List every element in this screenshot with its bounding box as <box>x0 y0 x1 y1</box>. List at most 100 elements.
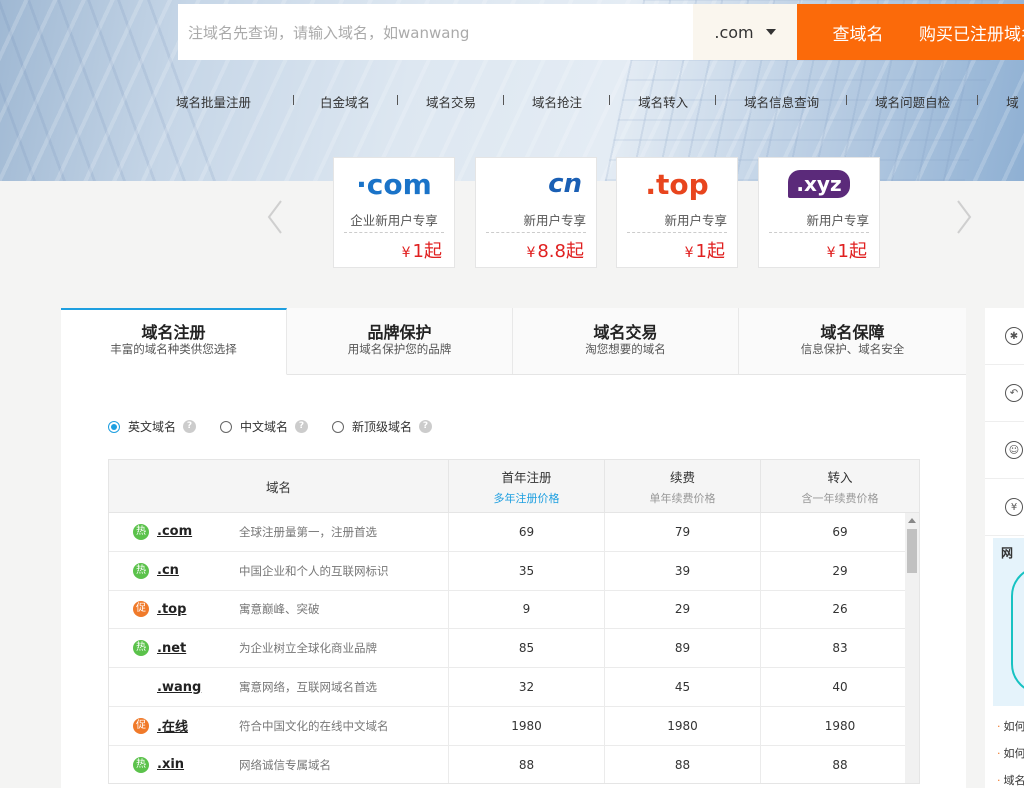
domain-suffix-link[interactable]: .cn <box>157 563 227 578</box>
help-icon[interactable]: ? <box>419 420 433 433</box>
domain-cell: 热 .net 为企业树立全球化商业品牌 <box>109 629 449 668</box>
promo-desc: 新用户专享 <box>664 213 727 228</box>
domain-cell: 热 .xin 网络诚信专属域名 <box>109 745 449 783</box>
quicknav-trade[interactable]: 域名交易 <box>426 92 476 110</box>
radio-checked-icon <box>108 420 120 433</box>
tab-brand-protection[interactable]: 品牌保护 用域名保护您的品牌 <box>287 308 513 374</box>
sidebar-button[interactable]: ☺ <box>985 422 1024 479</box>
domain-suffix-link[interactable]: .com <box>157 524 227 539</box>
domain-cell: 热 .com 全球注册量第一，注册首选 <box>109 513 449 551</box>
tld-dropdown[interactable]: .com <box>693 4 797 60</box>
nav-divider <box>609 95 611 105</box>
hot-badge-icon: 热 <box>133 756 149 773</box>
tab-domain-register[interactable]: 域名注册 丰富的域名种类供您选择 <box>61 308 287 375</box>
chevron-right-icon[interactable] <box>956 200 972 234</box>
domain-cell: 促 .top 寓意巅峰、突破 <box>109 590 449 629</box>
header-domain: 域名 <box>109 460 449 512</box>
first-year-price: 9 <box>449 590 605 629</box>
quicknav-more[interactable]: 域 <box>1006 92 1019 110</box>
search-domain-button[interactable]: 查域名 <box>797 4 919 60</box>
domain-suffix-link[interactable]: .top <box>157 602 227 617</box>
quicknav-whois[interactable]: 域名信息查询 <box>744 92 819 110</box>
first-year-price: 69 <box>449 513 605 551</box>
domain-type-radios: 英文域名 ? 中文域名 ? 新顶级域名 ? <box>108 418 456 435</box>
sidebar-link[interactable]: · 域名 <box>997 772 1024 788</box>
table-row: 促 .top 寓意巅峰、突破 9 29 26 <box>109 590 919 630</box>
first-year-price: 32 <box>449 668 605 706</box>
first-year-price: 35 <box>449 551 605 590</box>
sidebar-link[interactable]: · 如何 <box>997 718 1024 745</box>
domain-desc: 中国企业和个人的互联网标识 <box>239 563 389 578</box>
table-row: .wang 寓意网络，互联网域名首选 32 45 40 <box>109 668 919 707</box>
caret-down-icon <box>765 29 776 35</box>
yen-icon: ¥ <box>1005 498 1023 516</box>
domain-service-panel: 域名注册 丰富的域名种类供您选择 品牌保护 用域名保护您的品牌 域名交易 淘您想… <box>61 308 966 788</box>
domain-suffix-link[interactable]: .xin <box>157 757 227 772</box>
help-icon[interactable]: ? <box>295 420 309 433</box>
badge-placeholder <box>133 679 149 695</box>
help-icon[interactable]: ? <box>183 420 197 433</box>
promo-badge-icon: 促 <box>133 601 149 618</box>
scroll-thumb[interactable] <box>907 529 917 573</box>
domain-suffix-link[interactable]: .wang <box>157 680 227 695</box>
promo-desc: 企业新用户专享 <box>350 213 438 228</box>
domain-price-table: 域名 首年注册 多年注册价格 续费 单年续费价格 转入 含一年续费价格 热 .co… <box>108 459 920 784</box>
sidebar-button[interactable]: ✱ <box>985 308 1024 365</box>
table-body: 热 .com 全球注册量第一，注册首选 69 79 69 热 .cn 中国企业和个人的互联网标识… <box>109 513 919 783</box>
domain-desc: 为企业树立全球化商业品牌 <box>239 641 377 656</box>
tld-selected-value: .com <box>714 22 754 42</box>
promo-card-cn[interactable]: cn 新用户专享 ¥8.8起 <box>475 157 597 268</box>
domain-search-bar: 注域名先查询，请输入域名，如wanwang .com 查域名 购买已注册域名 <box>178 4 1024 60</box>
tab-domain-trade[interactable]: 域名交易 淘您想要的域名 <box>513 308 739 374</box>
renew-price: 39 <box>605 551 761 590</box>
quicknav-snap[interactable]: 域名抢注 <box>532 92 582 110</box>
tab-domain-guarantee[interactable]: 域名保障 信息保护、域名安全 <box>739 308 966 374</box>
transfer-price: 69 <box>832 524 848 539</box>
radio-chinese-domain[interactable]: 中文域名 ? <box>220 418 309 435</box>
domain-cell: 促 .在线 符合中国文化的在线中文域名 <box>109 706 449 745</box>
domain-suffix-link[interactable]: .在线 <box>157 716 227 735</box>
header-renew: 续费 单年续费价格 <box>605 460 761 512</box>
table-scrollbar[interactable] <box>905 513 919 783</box>
promo-card-top[interactable]: .top 新用户专享 ¥1起 <box>616 157 738 268</box>
nav-divider <box>846 95 848 105</box>
renew-price: 89 <box>605 629 761 668</box>
table-row: 促 .在线 符合中国文化的在线中文域名 1980 1980 1980 <box>109 706 919 746</box>
transfer-price: 40 <box>832 680 848 695</box>
service-tabs: 域名注册 丰富的域名种类供您选择 品牌保护 用域名保护您的品牌 域名交易 淘您想… <box>61 308 966 375</box>
sidebar-button[interactable]: ¥ <box>985 479 1024 536</box>
domain-desc: 网络诚信专属域名 <box>239 757 331 772</box>
renew-price: 45 <box>605 668 761 706</box>
sidebar-button[interactable]: ↶ <box>985 365 1024 422</box>
sidebar-promo-box[interactable]: 网 <box>993 538 1024 706</box>
multi-year-price-link[interactable]: 多年注册价格 <box>449 490 604 506</box>
radio-unchecked-icon <box>220 420 233 433</box>
buy-registered-domain-button[interactable]: 购买已注册域名 <box>919 4 1024 60</box>
scroll-up-icon[interactable] <box>905 513 919 527</box>
quicknav-batch-register[interactable]: 域名批量注册 <box>176 92 251 110</box>
domain-suffix-link[interactable]: .net <box>157 641 227 656</box>
quicknav-transfer-in[interactable]: 域名转入 <box>638 92 688 110</box>
radio-new-gtld[interactable]: 新顶级域名 ? <box>332 418 433 435</box>
radio-english-domain[interactable]: 英文域名 ? <box>108 418 197 435</box>
promo-card-xyz[interactable]: .xyz 新用户专享 ¥1起 <box>758 157 880 268</box>
promo-desc: 新用户专享 <box>806 213 869 228</box>
transfer-price: 26 <box>832 602 848 617</box>
promo-card-com[interactable]: ·com 企业新用户专享 ¥1起 <box>333 157 455 268</box>
domain-cell: 热 .cn 中国企业和个人的互联网标识 <box>109 551 449 590</box>
right-sidebar: ✱ ↶ ☺ ¥ 网 · 如何 · 如何 · 域名 <box>985 308 1024 788</box>
header-first-year: 首年注册 多年注册价格 <box>449 460 605 512</box>
domain-cell: .wang 寓意网络，互联网域名首选 <box>109 668 449 706</box>
quicknav-platinum[interactable]: 白金域名 <box>320 92 370 110</box>
sidebar-link[interactable]: · 如何 <box>997 745 1024 772</box>
transfer-price: 83 <box>832 641 848 656</box>
transfer-price: 29 <box>832 563 848 578</box>
transfer-price: 1980 <box>824 718 856 733</box>
domain-desc: 寓意巅峰、突破 <box>239 602 320 617</box>
promo-price: ¥8.8起 <box>526 241 584 262</box>
quicknav-self-check[interactable]: 域名问题自检 <box>875 92 950 110</box>
com-logo: ·com <box>356 167 432 201</box>
transfer-price: 88 <box>832 757 848 772</box>
domain-search-input[interactable]: 注域名先查询，请输入域名，如wanwang <box>178 4 693 60</box>
chevron-left-icon[interactable] <box>267 200 283 234</box>
